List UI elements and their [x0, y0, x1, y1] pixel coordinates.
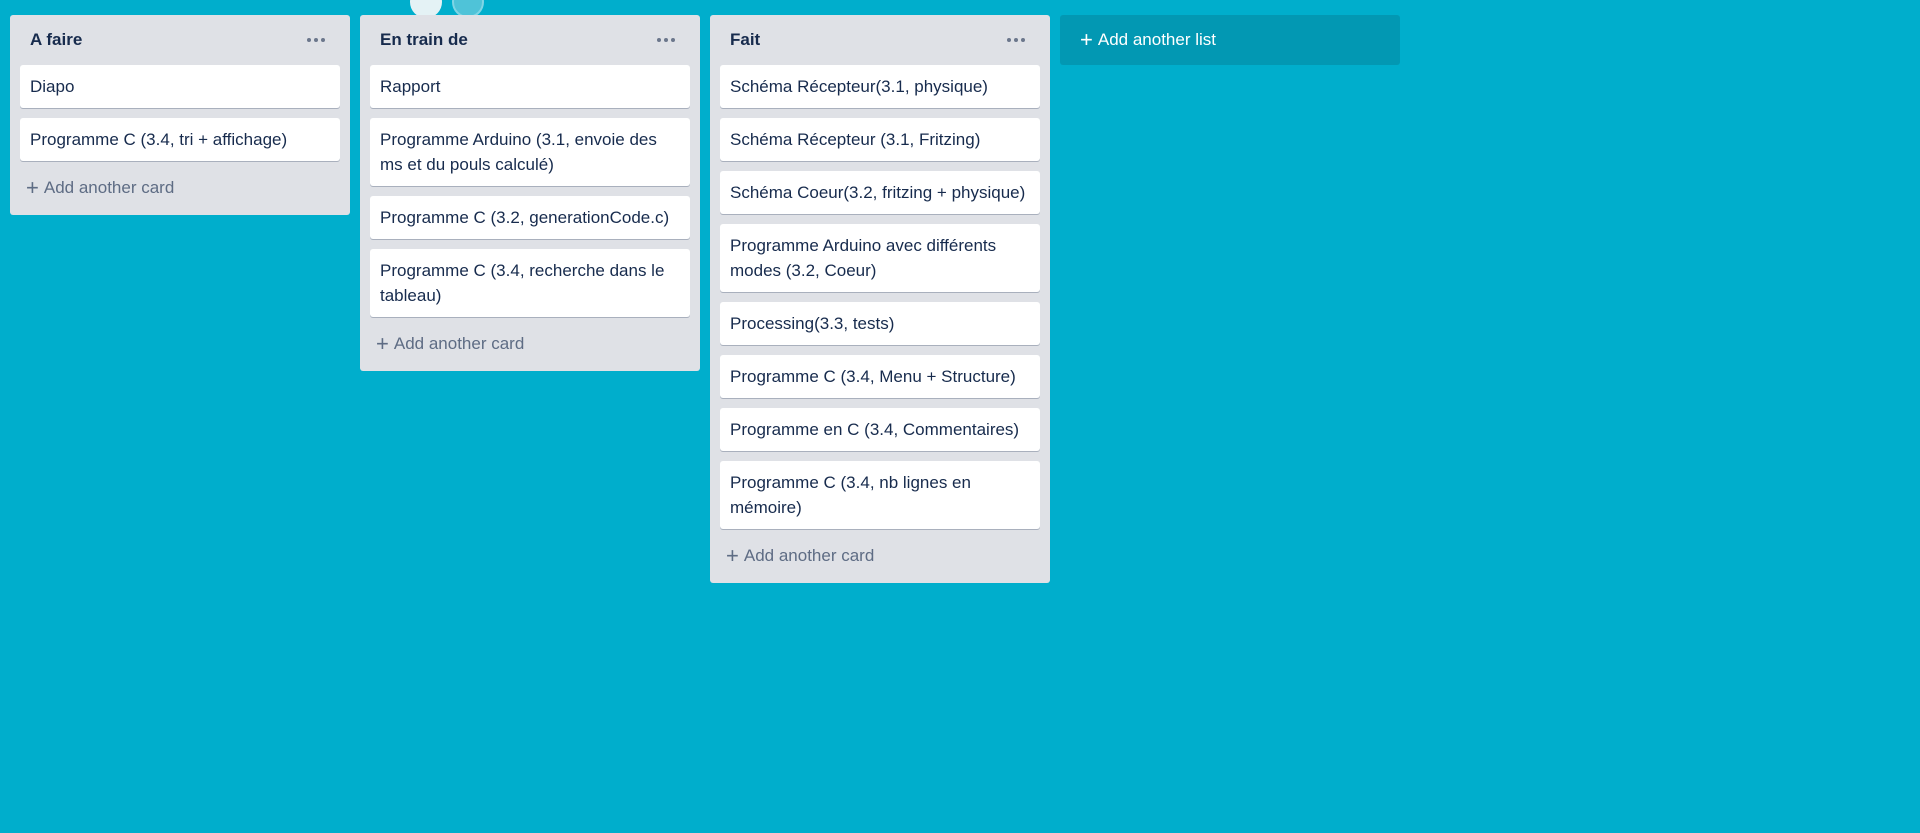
list-title[interactable]: En train de: [380, 30, 468, 50]
more-horizontal-icon[interactable]: [1002, 28, 1030, 52]
add-list-button[interactable]: + Add another list: [1060, 15, 1400, 65]
card[interactable]: Rapport: [370, 65, 690, 108]
list-header: A faire: [20, 15, 340, 65]
plus-icon: +: [726, 543, 739, 568]
add-card-label: Add another card: [743, 546, 875, 565]
list-a-faire: A faire Diapo Programme C (3.4, tri + af…: [10, 15, 350, 215]
card[interactable]: Programme C (3.2, generationCode.c): [370, 196, 690, 239]
list-en-train-de: En train de Rapport Programme Arduino (3…: [360, 15, 700, 371]
list-title[interactable]: A faire: [30, 30, 82, 50]
card[interactable]: Processing(3.3, tests): [720, 302, 1040, 345]
add-card-button[interactable]: + Add another card: [370, 327, 690, 361]
plus-icon: +: [1080, 27, 1093, 52]
add-card-button[interactable]: + Add another card: [720, 539, 1040, 573]
card[interactable]: Programme en C (3.4, Commentaires): [720, 408, 1040, 451]
list-fait: Fait Schéma Récepteur(3.1, physique) Sch…: [710, 15, 1050, 583]
card[interactable]: Schéma Coeur(3.2, fritzing + physique): [720, 171, 1040, 214]
list-header: Fait: [720, 15, 1040, 65]
card[interactable]: Schéma Récepteur(3.1, physique): [720, 65, 1040, 108]
add-card-button[interactable]: + Add another card: [20, 171, 340, 205]
card[interactable]: Programme Arduino avec différents modes …: [720, 224, 1040, 292]
more-horizontal-icon[interactable]: [302, 28, 330, 52]
card[interactable]: Programme C (3.4, nb lignes en mémoire): [720, 461, 1040, 529]
card[interactable]: Programme C (3.4, tri + affichage): [20, 118, 340, 161]
add-list-label: Add another list: [1097, 30, 1216, 49]
card[interactable]: Schéma Récepteur (3.1, Fritzing): [720, 118, 1040, 161]
add-card-label: Add another card: [393, 334, 525, 353]
list-header: En train de: [370, 15, 690, 65]
more-horizontal-icon[interactable]: [652, 28, 680, 52]
add-card-label: Add another card: [43, 178, 175, 197]
card[interactable]: Programme C (3.4, Menu + Structure): [720, 355, 1040, 398]
plus-icon: +: [376, 331, 389, 356]
card[interactable]: Diapo: [20, 65, 340, 108]
board-canvas: A faire Diapo Programme C (3.4, tri + af…: [0, 0, 1920, 833]
plus-icon: +: [26, 175, 39, 200]
card[interactable]: Programme C (3.4, recherche dans le tabl…: [370, 249, 690, 317]
card[interactable]: Programme Arduino (3.1, envoie des ms et…: [370, 118, 690, 186]
list-title[interactable]: Fait: [730, 30, 760, 50]
